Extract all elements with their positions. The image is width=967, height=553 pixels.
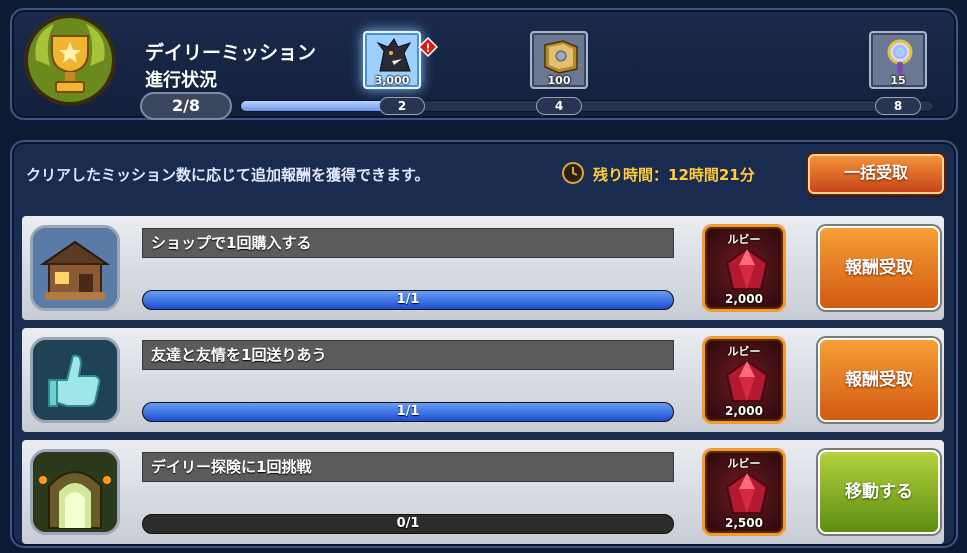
milestone-reward-qty: 3,000 — [374, 74, 410, 87]
overall-progress-fill — [241, 101, 387, 111]
go-to-mission-button[interactable]: 移動する — [818, 450, 940, 534]
mission-row: 友達と友情を1回送りあう 1/1 ルビー 2,000 報酬受取 — [22, 328, 944, 432]
thumbs-up-icon — [30, 337, 120, 423]
mission-progress-text: 1/1 — [396, 292, 420, 307]
reward-amount: 2,500 — [725, 516, 763, 530]
milestone-label-8: 8 — [875, 97, 921, 115]
mission-progress-bar: 1/1 — [142, 402, 674, 422]
milestone-label-4: 4 — [536, 97, 582, 115]
book-icon — [544, 40, 578, 74]
mission-progress-text: 0/1 — [396, 516, 420, 531]
ruby-reward: ルビー 2,500 — [702, 448, 786, 536]
mission-title: デイリー探険に1回挑戦 — [142, 452, 674, 482]
panel-title: デイリーミッション — [145, 42, 317, 64]
claim-reward-button[interactable]: 報酬受取 — [818, 226, 940, 310]
claim-all-button[interactable]: 一括受取 — [808, 154, 944, 194]
clock-icon — [562, 162, 584, 184]
magnifier-icon — [887, 39, 913, 74]
reward-amount: 2,000 — [725, 292, 763, 306]
mission-title: ショップで1回購入する — [142, 228, 674, 258]
ruby-icon — [725, 359, 769, 402]
overall-progress-bar — [240, 100, 934, 112]
milestone-reward-8[interactable]: 15 — [869, 31, 927, 89]
ruby-reward: ルビー 2,000 — [702, 336, 786, 424]
mission-count-badge: 2/8 — [140, 92, 232, 120]
dungeon-gate-icon — [30, 449, 120, 535]
mission-progress-panel: デイリーミッション 進行状況 2/8 3,000 ! 2 100 4 15 8 — [10, 8, 958, 120]
mission-title: 友達と友情を1回送りあう — [142, 340, 674, 370]
ruby-icon — [725, 471, 769, 514]
time-remaining: 残り時間：12時間21分 — [593, 166, 755, 184]
claim-reward-button[interactable]: 報酬受取 — [818, 338, 940, 422]
mission-description: クリアしたミッション数に応じて追加報酬を獲得できます。 — [26, 166, 430, 184]
milestone-reward-qty: 15 — [890, 74, 906, 87]
panel-subtitle: 進行状況 — [145, 70, 217, 91]
mission-row: デイリー探険に1回挑戦 0/1 ルビー 2,500 移動する — [22, 440, 944, 544]
mission-list-panel: クリアしたミッション数に応じて追加報酬を獲得できます。 残り時間：12時間21分… — [10, 140, 958, 548]
shop-icon — [30, 225, 120, 311]
mission-progress-text: 1/1 — [396, 404, 420, 419]
milestone-label-2: 2 — [379, 97, 425, 115]
mission-row: ショップで1回購入する 1/1 ルビー 2,000 報酬受取 — [22, 216, 944, 320]
monster-icon — [376, 38, 412, 72]
ruby-icon — [725, 247, 769, 290]
milestone-reward-2[interactable]: 3,000 — [363, 31, 421, 89]
mission-progress-bar: 0/1 — [142, 514, 674, 534]
milestone-reward-4[interactable]: 100 — [530, 31, 588, 89]
svg-text:!: ! — [425, 42, 430, 55]
alert-icon: ! — [418, 37, 438, 57]
trophy-icon — [24, 14, 116, 106]
reward-amount: 2,000 — [725, 404, 763, 418]
milestone-reward-qty: 100 — [547, 74, 571, 87]
ruby-reward: ルビー 2,000 — [702, 224, 786, 312]
mission-progress-bar: 1/1 — [142, 290, 674, 310]
